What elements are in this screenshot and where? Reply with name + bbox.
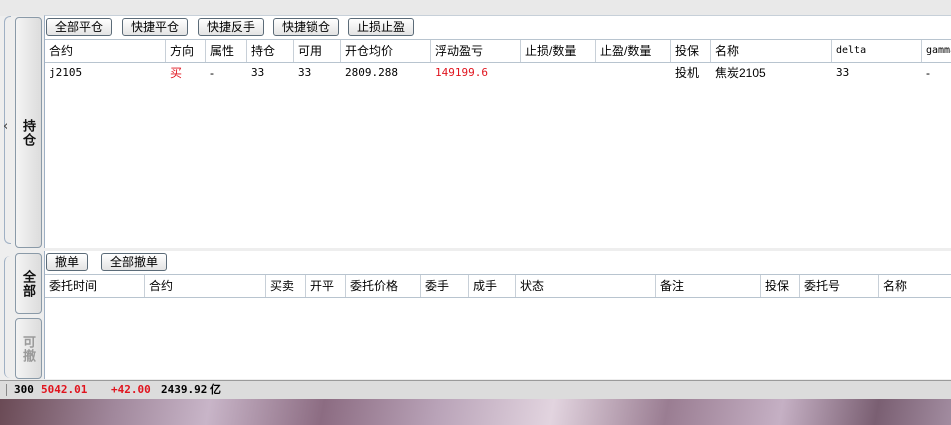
cancel-all-orders-button[interactable]: 全部撤单 <box>101 253 168 271</box>
index-volume-unit: 亿 <box>210 383 221 396</box>
quick-close-button[interactable]: 快捷平仓 <box>122 18 189 36</box>
col-delta[interactable]: delta <box>832 40 922 62</box>
col-buy-sell[interactable]: 买卖 <box>266 275 306 297</box>
cell-delta: 33 <box>836 66 850 79</box>
cell-name: 焦炭2105 <box>715 66 766 80</box>
orders-toolbar: 撤单 全部撤单 <box>45 251 951 274</box>
col-available[interactable]: 可用 <box>294 40 341 62</box>
index-code: 300 <box>14 383 34 396</box>
col-stop-loss[interactable]: 止损/数量 <box>521 40 596 62</box>
stop-loss-take-profit-button[interactable]: 止损止盈 <box>348 18 415 36</box>
cell-direction: 买 <box>170 66 183 80</box>
cell-gamma: - <box>926 66 930 80</box>
cell-contract: j2105 <box>49 66 83 79</box>
col-order-hedge[interactable]: 投保 <box>761 275 800 297</box>
col-order-time[interactable]: 委托时间 <box>45 275 145 297</box>
orders-panel: 撤单 全部撤单 委托时间 合约 买卖 开平 委托价格 委手 成手 状态 备注 投… <box>44 251 951 379</box>
positions-toolbar: 全部平仓 快捷平仓 快捷反手 快捷锁仓 止损止盈 <box>45 16 951 39</box>
col-order-no[interactable]: 委托号 <box>800 275 879 297</box>
col-position[interactable]: 持仓 <box>247 40 294 62</box>
top-strip <box>0 0 951 16</box>
index-volume: 2439.92 <box>161 383 208 396</box>
col-open-close[interactable]: 开平 <box>306 275 346 297</box>
col-gamma[interactable]: gamma <box>922 40 951 62</box>
desktop-wallpaper <box>0 399 951 425</box>
cell-hedge: 投机 <box>675 66 700 80</box>
col-hedge[interactable]: 投保 <box>671 40 711 62</box>
col-contract[interactable]: 合约 <box>45 40 166 62</box>
index-change: +42.00 <box>111 383 151 396</box>
cell-floating-pnl: 149199.6 <box>435 66 488 79</box>
positions-table-header: 合约 方向 属性 持仓 可用 开仓均价 浮动盈亏 止损/数量 止盈/数量 投保 … <box>45 39 951 63</box>
tab-all-orders[interactable]: 全部 <box>15 253 42 314</box>
orders-table-header: 委托时间 合约 买卖 开平 委托价格 委手 成手 状态 备注 投保 委托号 名称 <box>45 274 951 298</box>
market-status-bar: 300 5042.01 +42.00 2439.92 亿 <box>0 380 951 399</box>
index-price: 5042.01 <box>41 383 88 396</box>
cell-position: 33 <box>251 66 265 79</box>
cell-open-avg-price: 2809.288 <box>345 66 398 79</box>
positions-panel: 全部平仓 快捷平仓 快捷反手 快捷锁仓 止损止盈 合约 方向 属性 持仓 可用 … <box>44 15 951 248</box>
col-order-contract[interactable]: 合约 <box>145 275 266 297</box>
cell-stop-loss <box>521 63 596 83</box>
close-all-button[interactable]: 全部平仓 <box>46 18 113 36</box>
quick-reverse-button[interactable]: 快捷反手 <box>198 18 265 36</box>
col-name[interactable]: 名称 <box>711 40 832 62</box>
panel-collapse-strip[interactable]: ‹ <box>0 16 14 244</box>
col-floating-pnl[interactable]: 浮动盈亏 <box>431 40 521 62</box>
col-remark[interactable]: 备注 <box>656 275 761 297</box>
cancel-order-button[interactable]: 撤单 <box>46 253 89 271</box>
col-order-price[interactable]: 委托价格 <box>346 275 421 297</box>
cell-take-profit <box>596 63 671 83</box>
chevron-left-icon[interactable]: ‹ <box>3 120 8 133</box>
quick-lock-button[interactable]: 快捷锁仓 <box>273 18 340 36</box>
col-order-lots[interactable]: 委手 <box>421 275 469 297</box>
col-attribute[interactable]: 属性 <box>206 40 247 62</box>
col-status[interactable]: 状态 <box>516 275 656 297</box>
col-take-profit[interactable]: 止盈/数量 <box>596 40 671 62</box>
tab-cancellable-orders[interactable]: 可撤 <box>15 318 42 379</box>
cell-available: 33 <box>298 66 312 79</box>
tab-positions[interactable]: 持仓 <box>15 17 42 248</box>
col-order-name[interactable]: 名称 <box>879 275 951 297</box>
status-separator <box>6 384 7 396</box>
orders-collapse-strip <box>4 256 12 378</box>
col-direction[interactable]: 方向 <box>166 40 206 62</box>
cell-attribute: - <box>210 66 214 80</box>
col-filled-lots[interactable]: 成手 <box>469 275 516 297</box>
table-row[interactable]: j2105 买 - 33 33 2809.288 149199.6 投机 焦炭2… <box>45 63 951 83</box>
col-open-avg-price[interactable]: 开仓均价 <box>341 40 431 62</box>
